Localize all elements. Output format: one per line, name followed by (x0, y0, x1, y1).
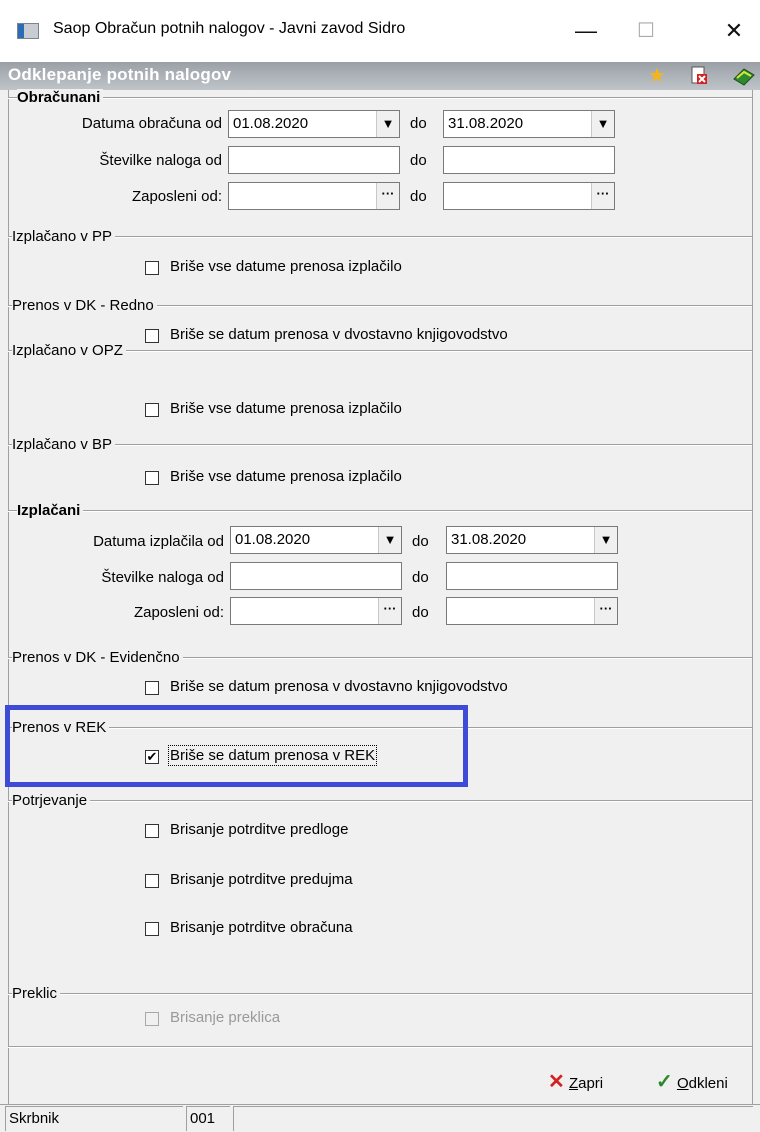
window-title: Saop Obračun potnih nalogov - Javni zavo… (53, 20, 406, 37)
group-izplacani-title: Izplačani (17, 502, 84, 519)
chevron-down-icon[interactable]: ▼ (378, 527, 401, 553)
prenos-dk-evidencno-checkbox[interactable] (145, 681, 159, 695)
unlock-button-mnemonic: O (676, 1075, 689, 1092)
izplacano-pp-checkbox[interactable] (145, 261, 159, 275)
izplacano-opz-checkbox-label[interactable]: Briše vse datume prenosa izplačilo (170, 400, 402, 417)
maximize-button[interactable]: ☐ (626, 14, 666, 48)
prenos-dk-evidencno-checkbox-label[interactable]: Briše se datum prenosa v dvostavno knjig… (170, 678, 508, 695)
izplacani-date-from-value: 01.08.2020 (235, 531, 311, 548)
form-header: Odklepanje potnih nalogov ★ (0, 62, 760, 90)
izplacano-bp-checkbox-label[interactable]: Briše vse datume prenosa izplačilo (170, 468, 402, 485)
izplacani-employees-to-input[interactable]: ··· (446, 597, 618, 625)
group-obracunani-title: Obračunani (17, 89, 104, 106)
ellipsis-icon[interactable]: ··· (591, 183, 614, 209)
window-title-bar: Saop Obračun potnih nalogov - Javni zavo… (0, 0, 760, 62)
group-prenos-dk-evidencno-title: Prenos v DK - Evidenčno (12, 649, 183, 666)
izplacani-date-to-value: 31.08.2020 (451, 531, 527, 548)
obracunani-date-from-select[interactable]: 01.08.2020 ▼ (228, 110, 400, 138)
obracunani-employees-from-input[interactable]: ··· (228, 182, 400, 210)
preklic-checkbox-label: Brisanje preklica (170, 1009, 281, 1026)
unlock-button-label: dkleni (688, 1075, 728, 1092)
chevron-down-icon[interactable]: ▼ (591, 111, 614, 137)
izplacani-date-label: Datuma izplačila od (93, 533, 224, 550)
obracunani-date-to-select[interactable]: 31.08.2020 ▼ (443, 110, 615, 138)
unlock-button[interactable]: ✓ Odkleni (656, 1069, 728, 1094)
obracunani-date-to-label: do (410, 115, 427, 132)
potrditev-predujma-checkbox-label[interactable]: Brisanje potrditve predujma (170, 871, 353, 888)
form-title: Odklepanje potnih nalogov (8, 65, 232, 84)
izplacani-employees-from-input[interactable]: ··· (230, 597, 402, 625)
panel-right-border (752, 90, 753, 1104)
potrditev-predloge-checkbox-label[interactable]: Brisanje potrditve predloge (170, 821, 348, 838)
ellipsis-icon[interactable]: ··· (376, 183, 399, 209)
close-button-label: apri (578, 1075, 604, 1092)
group-izplacano-opz-title: Izplačano v OPZ (12, 342, 126, 359)
chevron-down-icon[interactable]: ▼ (594, 527, 617, 553)
obracunani-employees-to-label: do (410, 188, 427, 205)
group-potrjevanje-title: Potrjevanje (12, 792, 91, 809)
star-icon[interactable]: ★ (646, 65, 668, 87)
group-preklic-title: Preklic (12, 985, 61, 1002)
close-window-button[interactable]: ✕ (714, 14, 754, 48)
izplacano-pp-checkbox-label[interactable]: Briše vse datume prenosa izplačilo (170, 258, 402, 275)
izplacani-numbers-to-label: do (412, 569, 429, 586)
obracunani-numbers-label: Številke naloga od (99, 152, 222, 169)
potrditev-obracuna-checkbox[interactable] (145, 922, 159, 936)
separator (8, 510, 752, 512)
checkmark-icon: ✓ (656, 1071, 673, 1093)
potrditev-predujma-checkbox[interactable] (145, 874, 159, 888)
minimize-button[interactable]: — (566, 14, 606, 48)
obracunani-numbers-from-input[interactable] (228, 146, 400, 174)
izplacano-bp-checkbox[interactable] (145, 471, 159, 485)
delete-document-icon[interactable] (688, 65, 710, 87)
obracunani-employees-to-input[interactable]: ··· (443, 182, 615, 210)
izplacani-employees-to-label: do (412, 604, 429, 621)
separator (8, 1046, 752, 1048)
ellipsis-icon[interactable]: ··· (594, 598, 617, 624)
close-icon: ✕ (548, 1071, 565, 1093)
prenos-dk-redno-checkbox-label[interactable]: Briše se datum prenosa v dvostavno knjig… (170, 326, 508, 343)
highlight-annotation-box (5, 705, 468, 787)
potrditev-predloge-checkbox[interactable] (145, 824, 159, 838)
panel-left-border (8, 90, 9, 1104)
group-izplacano-pp-title: Izplačano v PP (12, 228, 116, 245)
prenos-dk-redno-checkbox[interactable] (145, 329, 159, 343)
obracunani-numbers-to-input[interactable] (443, 146, 615, 174)
status-code: 001 (186, 1106, 230, 1131)
izplacani-employees-label: Zaposleni od: (133, 604, 224, 621)
status-user: Skrbnik (5, 1106, 183, 1131)
potrditev-obracuna-checkbox-label[interactable]: Brisanje potrditve obračuna (170, 919, 353, 936)
izplacano-opz-checkbox[interactable] (145, 403, 159, 417)
separator (8, 236, 752, 238)
ellipsis-icon[interactable]: ··· (378, 598, 401, 624)
izplacani-numbers-to-input[interactable] (446, 562, 618, 590)
separator (8, 97, 752, 99)
group-prenos-dk-redno-title: Prenos v DK - Redno (12, 297, 157, 314)
close-button-mnemonic: Z (568, 1075, 579, 1092)
izplacani-date-to-select[interactable]: 31.08.2020 ▼ (446, 526, 618, 554)
obracunani-numbers-to-label: do (410, 152, 427, 169)
preklic-checkbox (145, 1012, 159, 1026)
obracunani-employees-label: Zaposleni od: (131, 188, 222, 205)
izplacani-date-to-label: do (412, 533, 429, 550)
app-icon (17, 23, 39, 39)
obracunani-date-to-value: 31.08.2020 (448, 115, 524, 132)
izplacani-numbers-label: Številke naloga od (101, 569, 224, 586)
group-izplacano-bp-title: Izplačano v BP (12, 436, 116, 453)
book-run-icon[interactable] (732, 65, 755, 87)
status-empty (233, 1106, 753, 1131)
obracunani-date-label: Datuma obračuna od (81, 115, 222, 132)
izplacani-date-from-select[interactable]: 01.08.2020 ▼ (230, 526, 402, 554)
separator (8, 444, 752, 446)
izplacani-numbers-from-input[interactable] (230, 562, 402, 590)
separator (8, 800, 752, 802)
obracunani-date-from-value: 01.08.2020 (233, 115, 309, 132)
close-button[interactable]: ✕ Zapri (548, 1069, 603, 1094)
chevron-down-icon[interactable]: ▼ (376, 111, 399, 137)
separator (8, 993, 752, 995)
